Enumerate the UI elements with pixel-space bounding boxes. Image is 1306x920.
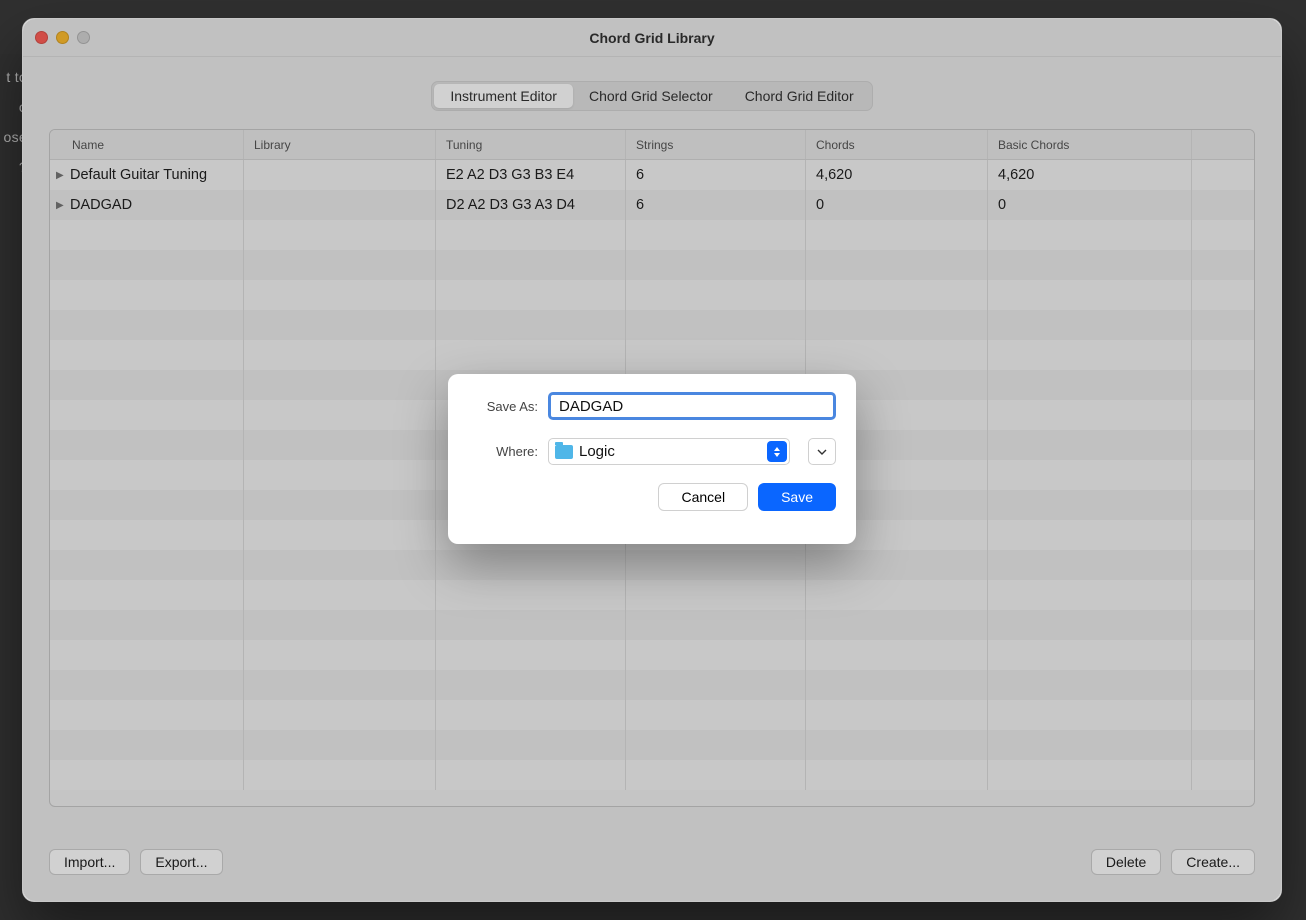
- cell-name: DADGAD: [70, 197, 132, 213]
- col-name[interactable]: Name: [50, 130, 244, 159]
- tab-chord-grid-selector[interactable]: Chord Grid Selector: [573, 84, 729, 108]
- where-label: Where:: [468, 444, 538, 459]
- table-row: [50, 550, 1254, 580]
- cell-basic: 0: [988, 190, 1192, 220]
- table-row: [50, 250, 1254, 280]
- table-row[interactable]: ▶ Default Guitar Tuning E2 A2 D3 G3 B3 E4…: [50, 160, 1254, 190]
- table-row: [50, 760, 1254, 790]
- tab-segmented-control: Instrument Editor Chord Grid Selector Ch…: [431, 81, 872, 111]
- col-tuning[interactable]: Tuning: [436, 130, 626, 159]
- table-row: [50, 730, 1254, 760]
- table-row: [50, 310, 1254, 340]
- col-library[interactable]: Library: [244, 130, 436, 159]
- col-basic-chords[interactable]: Basic Chords: [988, 130, 1192, 159]
- cell-library: [244, 190, 436, 220]
- save-as-input[interactable]: [548, 392, 836, 420]
- save-as-label: Save As:: [468, 399, 538, 414]
- cell-basic: 4,620: [988, 160, 1192, 190]
- expand-button[interactable]: [808, 438, 836, 465]
- table-row: [50, 220, 1254, 250]
- table-row[interactable]: ▶ DADGAD D2 A2 D3 G3 A3 D4 6 0 0: [50, 190, 1254, 220]
- save-button[interactable]: Save: [758, 483, 836, 511]
- delete-button[interactable]: Delete: [1091, 849, 1161, 875]
- where-value: Logic: [579, 443, 615, 460]
- cell-strings: 6: [626, 190, 806, 220]
- chevron-right-icon[interactable]: ▶: [56, 170, 66, 181]
- col-chords[interactable]: Chords: [806, 130, 988, 159]
- export-button[interactable]: Export...: [140, 849, 222, 875]
- bottom-toolbar: Import... Export... Delete Create...: [49, 849, 1255, 875]
- import-button[interactable]: Import...: [49, 849, 130, 875]
- table-row: [50, 340, 1254, 370]
- traffic-lights: [35, 31, 90, 44]
- create-button[interactable]: Create...: [1171, 849, 1255, 875]
- col-strings[interactable]: Strings: [626, 130, 806, 159]
- folder-icon: [555, 445, 573, 459]
- chevron-down-icon: [817, 449, 827, 455]
- table-row: [50, 670, 1254, 700]
- col-spacer: [1192, 130, 1254, 159]
- cell-library: [244, 160, 436, 190]
- table-row: [50, 280, 1254, 310]
- close-window-button[interactable]: [35, 31, 48, 44]
- table-row: [50, 580, 1254, 610]
- chevron-right-icon[interactable]: ▶: [56, 200, 66, 211]
- table-row: [50, 700, 1254, 730]
- titlebar: Chord Grid Library: [23, 19, 1281, 57]
- cell-name: Default Guitar Tuning: [70, 167, 207, 183]
- minimize-window-button[interactable]: [56, 31, 69, 44]
- zoom-window-button[interactable]: [77, 31, 90, 44]
- where-select[interactable]: Logic: [548, 438, 790, 465]
- table-row: [50, 610, 1254, 640]
- cancel-button[interactable]: Cancel: [658, 483, 748, 511]
- window-title: Chord Grid Library: [589, 30, 714, 46]
- cell-strings: 6: [626, 160, 806, 190]
- cell-tuning: D2 A2 D3 G3 A3 D4: [436, 190, 626, 220]
- where-stepper-icon[interactable]: [767, 441, 787, 462]
- cell-chords: 0: [806, 190, 988, 220]
- tab-chord-grid-editor[interactable]: Chord Grid Editor: [729, 84, 870, 108]
- table-header: Name Library Tuning Strings Chords Basic…: [50, 130, 1254, 160]
- cell-chords: 4,620: [806, 160, 988, 190]
- table-row: [50, 640, 1254, 670]
- save-dialog: Save As: Where: Logic Cancel Save: [448, 374, 856, 544]
- cell-tuning: E2 A2 D3 G3 B3 E4: [436, 160, 626, 190]
- tab-instrument-editor[interactable]: Instrument Editor: [434, 84, 573, 108]
